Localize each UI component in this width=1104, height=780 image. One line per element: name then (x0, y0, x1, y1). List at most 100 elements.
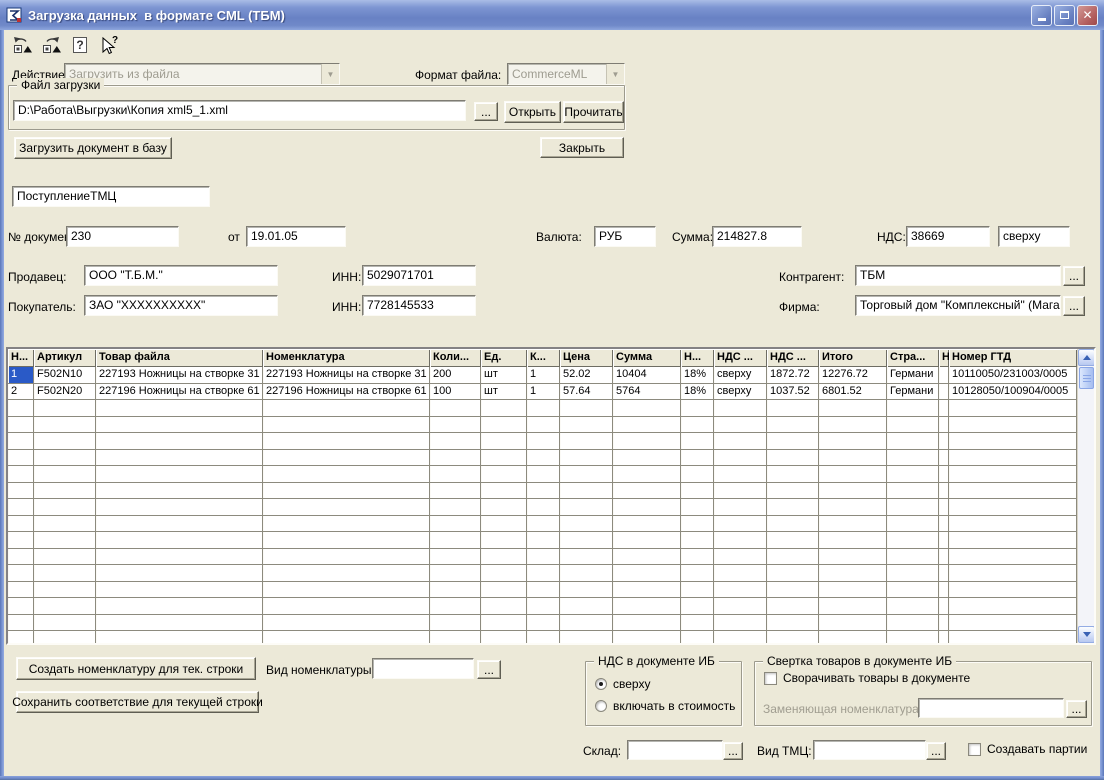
table-cell[interactable] (939, 466, 949, 483)
table-cell[interactable] (263, 466, 430, 483)
table-cell[interactable] (819, 450, 887, 467)
action-select[interactable]: Загрузить из файла ▼ (64, 63, 340, 85)
table-cell[interactable]: 6801.52 (819, 384, 887, 401)
table-cell[interactable] (949, 466, 1077, 483)
table-cell[interactable]: 10404 (613, 367, 681, 384)
table-cell[interactable] (939, 532, 949, 549)
table-cell[interactable] (34, 433, 96, 450)
table-cell[interactable] (613, 450, 681, 467)
table-cell[interactable] (939, 499, 949, 516)
table-cell[interactable] (681, 466, 714, 483)
table-cell[interactable] (887, 532, 939, 549)
table-cell[interactable] (939, 384, 949, 401)
table-cell[interactable] (481, 631, 527, 643)
load-to-db-button[interactable]: Загрузить документ в базу (14, 137, 172, 159)
table-row[interactable] (8, 499, 1077, 516)
table-cell[interactable]: 1 (527, 367, 560, 384)
table-cell[interactable] (714, 516, 767, 533)
table-cell[interactable] (8, 433, 34, 450)
table-row[interactable] (8, 483, 1077, 500)
table-cell[interactable] (887, 499, 939, 516)
table-cell[interactable] (96, 400, 263, 417)
table-cell[interactable] (949, 483, 1077, 500)
table-cell[interactable] (8, 549, 34, 566)
table-cell[interactable] (560, 532, 613, 549)
table-cell[interactable] (681, 565, 714, 582)
table-cell[interactable] (481, 516, 527, 533)
table-cell[interactable] (767, 499, 819, 516)
table-cell[interactable] (96, 499, 263, 516)
table-cell[interactable] (8, 532, 34, 549)
table-cell[interactable] (714, 483, 767, 500)
table-cell[interactable] (819, 631, 887, 643)
column-header[interactable]: К... (527, 349, 560, 367)
column-header[interactable]: Итого (819, 349, 887, 367)
table-cell[interactable] (767, 483, 819, 500)
column-header[interactable]: Коли... (430, 349, 481, 367)
table-cell[interactable]: 200 (430, 367, 481, 384)
table-cell[interactable]: 227196 Ножницы на створке 61 (263, 384, 430, 401)
table-row[interactable]: 1F502N10227193 Ножницы на створке 312271… (8, 367, 1077, 384)
table-cell[interactable] (613, 417, 681, 434)
table-cell[interactable] (34, 565, 96, 582)
buyer-input[interactable]: ЗАО "ХХХХХХХХХХ" (84, 295, 278, 316)
table-cell[interactable] (819, 417, 887, 434)
table-cell[interactable] (767, 433, 819, 450)
table-cell[interactable] (96, 466, 263, 483)
table-cell[interactable] (481, 532, 527, 549)
column-header[interactable]: Товар файла (96, 349, 263, 367)
table-cell[interactable] (481, 450, 527, 467)
radio-vat-include[interactable]: включать в стоимость (595, 699, 735, 713)
table-cell[interactable] (34, 615, 96, 632)
table-cell[interactable] (527, 565, 560, 582)
warehouse-browse-button[interactable]: ... (723, 742, 743, 760)
save-match-button[interactable]: Сохранить соответствие для текущей строк… (16, 691, 259, 713)
table-cell[interactable] (263, 516, 430, 533)
table-cell[interactable] (887, 615, 939, 632)
table-cell[interactable] (527, 417, 560, 434)
table-cell[interactable] (613, 433, 681, 450)
table-cell[interactable] (939, 549, 949, 566)
table-row[interactable] (8, 450, 1077, 467)
table-cell[interactable] (527, 516, 560, 533)
column-header[interactable]: НДС ... (714, 349, 767, 367)
table-cell[interactable] (96, 483, 263, 500)
table-cell[interactable] (613, 565, 681, 582)
table-cell[interactable] (560, 615, 613, 632)
chevron-down-icon[interactable]: ▼ (606, 64, 624, 84)
seller-inn-input[interactable]: 5029071701 (362, 265, 476, 286)
table-cell[interactable] (887, 400, 939, 417)
table-cell[interactable] (767, 417, 819, 434)
table-cell[interactable] (34, 516, 96, 533)
table-cell[interactable] (96, 532, 263, 549)
firm-browse-button[interactable]: ... (1063, 296, 1085, 316)
file-path-input[interactable]: D:\Работа\Выгрузки\Копия xml5_1.xml (13, 100, 466, 121)
table-cell[interactable] (714, 450, 767, 467)
table-row[interactable] (8, 516, 1077, 533)
table-row[interactable] (8, 598, 1077, 615)
table-cell[interactable] (481, 433, 527, 450)
table-cell[interactable] (939, 433, 949, 450)
table-cell[interactable] (613, 549, 681, 566)
read-button[interactable]: Прочитать (563, 101, 624, 123)
table-cell[interactable] (527, 483, 560, 500)
table-cell[interactable] (560, 483, 613, 500)
table-cell[interactable] (8, 400, 34, 417)
column-header[interactable]: Н (939, 349, 949, 367)
table-cell[interactable] (8, 466, 34, 483)
contractor-browse-button[interactable]: ... (1063, 266, 1085, 286)
table-cell[interactable] (939, 631, 949, 643)
table-cell[interactable]: 1 (8, 367, 34, 384)
table-cell[interactable]: 57.64 (560, 384, 613, 401)
table-cell[interactable] (560, 582, 613, 599)
table-cell[interactable] (430, 499, 481, 516)
table-cell[interactable]: 52.02 (560, 367, 613, 384)
table-cell[interactable]: F502N20 (34, 384, 96, 401)
table-cell[interactable] (481, 598, 527, 615)
table-cell[interactable] (819, 433, 887, 450)
table-cell[interactable] (430, 516, 481, 533)
column-header[interactable]: Н... (8, 349, 34, 367)
table-cell[interactable] (560, 499, 613, 516)
table-cell[interactable] (263, 417, 430, 434)
table-cell[interactable] (714, 598, 767, 615)
